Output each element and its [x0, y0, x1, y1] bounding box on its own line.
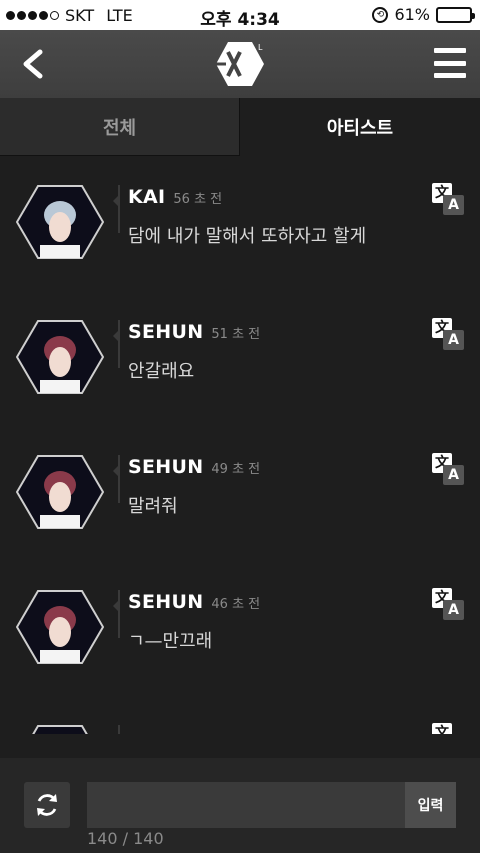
translate-target-icon: A	[443, 600, 464, 620]
tab-bar: 전체 아티스트	[0, 98, 480, 156]
timestamp: 56 초 전	[173, 192, 223, 207]
battery-icon	[436, 6, 475, 23]
nav-bar: L	[0, 30, 480, 98]
avatar[interactable]	[16, 590, 104, 664]
divider	[118, 455, 120, 503]
exo-logo-icon: L	[214, 38, 266, 90]
translate-target-icon: A	[443, 330, 464, 350]
message-list[interactable]: KAI 56 초 전 담에 내가 말해서 또하자고 할게 文 A SEHUN 51 초 전안…	[0, 156, 480, 734]
refresh-icon	[37, 794, 57, 816]
bubble-notch	[113, 600, 119, 612]
message-item[interactable]: SEHUN 51 초 전안갈래요 文 A	[0, 291, 480, 411]
author-name: KAI	[128, 186, 166, 208]
message-text: 담에 내가 말해서 또하자고 할게	[128, 226, 367, 247]
input-bar: 입력 140 / 140	[0, 758, 480, 853]
divider	[118, 320, 120, 368]
divider	[118, 590, 120, 638]
divider	[118, 185, 120, 233]
rotation-lock-icon: ⟲	[372, 6, 389, 23]
submit-button[interactable]: 입력	[405, 782, 456, 828]
message-header: KAI 56 초 전	[128, 186, 222, 208]
hamburger-menu-icon	[434, 48, 466, 53]
author-name: SEHUN	[128, 321, 204, 343]
message-header: SEHUN 46 초 전	[128, 591, 260, 613]
status-bar: SKT LTE 오후 4:34 ⟲ 61%	[0, 0, 480, 30]
translate-button[interactable]: 文A	[432, 453, 466, 487]
avatar[interactable]	[16, 185, 104, 259]
status-right: ⟲ 61%	[372, 5, 475, 24]
message-text: 안갈래요	[128, 361, 195, 382]
divider	[118, 725, 120, 734]
message-text: ㄱ—만끄래	[128, 631, 213, 652]
author-name: SEHUN	[128, 591, 204, 613]
message-text: 말려줘	[128, 496, 178, 517]
bubble-notch	[113, 330, 119, 342]
translate-button[interactable]: 文	[432, 723, 466, 734]
avatar[interactable]	[16, 725, 104, 734]
message-header: SEHUN 49 초 전	[128, 456, 260, 478]
timestamp: 49 초 전	[211, 462, 261, 477]
message-header: SEHUN 51 초 전	[128, 321, 260, 343]
menu-button[interactable]	[434, 48, 466, 78]
app-screen: SKT LTE 오후 4:34 ⟲ 61% L 전체 아티스트 KAI 56 초…	[0, 0, 480, 853]
translate-button[interactable]: 文A	[432, 318, 466, 352]
message-item[interactable]: KAI 56 초 전담에 내가 말해서 또하자고 할게 文 A	[0, 156, 480, 276]
message-item[interactable]: SEHUN 49 초 전말려줘 文 A	[0, 426, 480, 546]
bubble-notch	[113, 465, 119, 477]
translate-target-icon: A	[443, 195, 464, 215]
message-input[interactable]	[87, 782, 405, 828]
chevron-left-icon	[23, 49, 43, 79]
message-item[interactable]: SEHUN 46 초 전 ㄱ—만끄래 文 A	[0, 561, 480, 681]
translate-icon: 文	[432, 723, 452, 734]
avatar[interactable]	[16, 455, 104, 529]
tab-artist[interactable]: 아티스트	[240, 98, 480, 156]
avatar[interactable]	[16, 320, 104, 394]
refresh-button[interactable]	[24, 782, 70, 828]
tab-all[interactable]: 전체	[0, 98, 240, 156]
timestamp: 46 초 전	[211, 597, 261, 612]
battery-percent: 61%	[394, 5, 430, 24]
bubble-notch	[113, 195, 119, 207]
translate-button[interactable]: 文A	[432, 183, 466, 217]
translate-button[interactable]: 文A	[432, 588, 466, 622]
back-button[interactable]	[14, 44, 54, 84]
message-item-partial[interactable]: 文	[0, 696, 480, 734]
author-name: SEHUN	[128, 456, 204, 478]
timestamp: 51 초 전	[211, 327, 261, 342]
svg-text:L: L	[258, 43, 263, 52]
char-counter: 140 / 140	[87, 829, 164, 848]
translate-target-icon: A	[443, 465, 464, 485]
